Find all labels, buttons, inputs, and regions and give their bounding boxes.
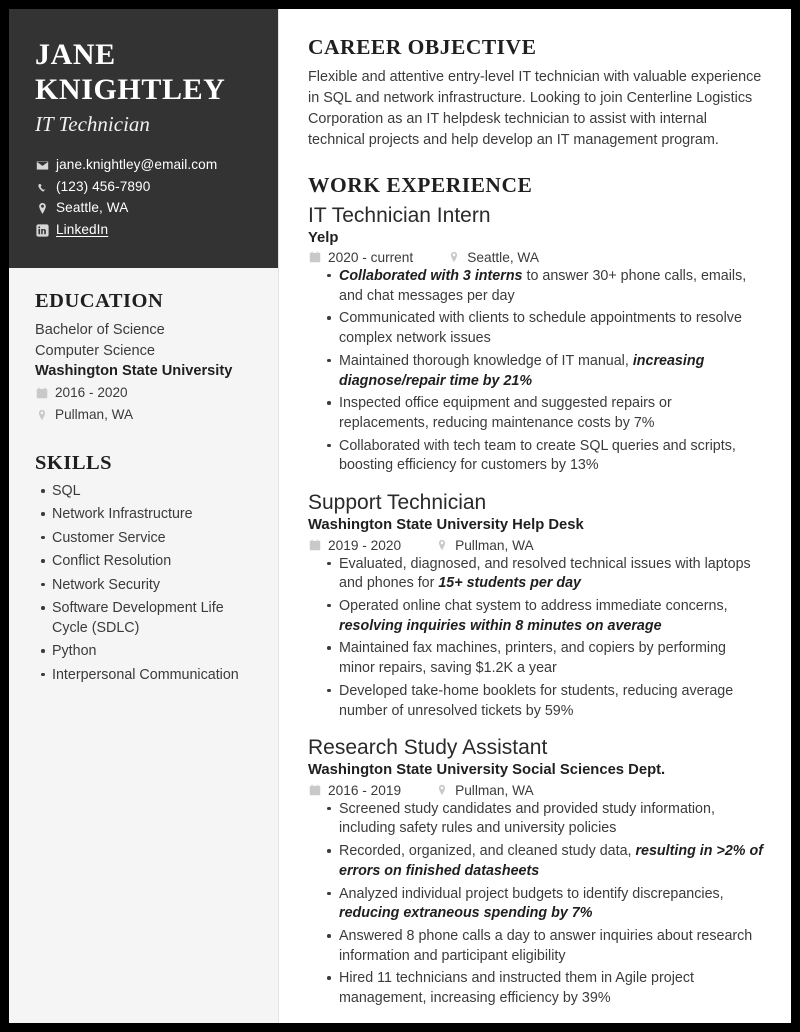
- list-item: Collaborated with tech team to create SQ…: [327, 437, 763, 476]
- list-item: Answered 8 phone calls a day to answer i…: [327, 927, 763, 966]
- job-company: Washington State University Help Desk: [308, 517, 584, 534]
- job-location-row: Pullman, WA: [435, 538, 534, 553]
- list-item: Maintained fax machines, printers, and c…: [327, 639, 763, 678]
- list-item: Communicated with clients to schedule ap…: [327, 309, 763, 348]
- contact-list: jane.knightley@email.com (123) 456-7890 …: [35, 155, 252, 241]
- sidebar: JANE KNIGHTLEY IT Technician jane.knight…: [9, 9, 279, 1023]
- list-item: Inspected office equipment and suggested…: [327, 394, 763, 433]
- job-title: Research Study Assistant: [308, 736, 548, 760]
- job-dates-row: 2016 - 2019: [308, 783, 401, 798]
- contact-location-text: Seattle, WA: [56, 200, 129, 216]
- location-pin-icon: [447, 250, 461, 264]
- location-pin-icon: [35, 202, 49, 216]
- list-item: Operated online chat system to address i…: [327, 597, 763, 636]
- job-dates: 2016 - 2019: [328, 782, 402, 798]
- main-content: CAREER OBJECTIVE Flexible and attentive …: [279, 9, 791, 1023]
- job-bullet-list: Collaborated with 3 interns to answer 30…: [308, 267, 763, 476]
- sidebar-body: EDUCATION Bachelor of Science Computer S…: [9, 268, 278, 715]
- list-item: Collaborated with 3 interns to answer 30…: [327, 267, 763, 306]
- job-location-row: Pullman, WA: [435, 783, 534, 798]
- job-meta: 2020 - current Seattle, WA: [308, 250, 763, 265]
- list-item: Analyzed individual project budgets to i…: [327, 885, 763, 924]
- list-item: Conflict Resolution: [41, 552, 252, 571]
- job-bullet-list: Evaluated, diagnosed, and resolved techn…: [308, 555, 763, 722]
- list-item: Software Development Life Cycle (SDLC): [41, 599, 252, 638]
- list-item: Developed take-home booklets for student…: [327, 682, 763, 721]
- job-dates: 2020 - current: [328, 249, 414, 265]
- education-location-row: Pullman, WA: [35, 405, 252, 425]
- job-company: Washington State University Social Scien…: [308, 762, 666, 779]
- education-degree: Bachelor of Science: [35, 321, 165, 338]
- name-line-2: KNIGHTLEY: [35, 73, 226, 107]
- contact-phone[interactable]: (123) 456-7890: [35, 177, 252, 198]
- name-line-1: JANE: [35, 38, 116, 71]
- location-pin-icon: [435, 783, 449, 797]
- location-pin-icon: [35, 408, 49, 422]
- job-title: IT Technician Intern: [308, 203, 491, 227]
- contact-linkedin[interactable]: LinkedIn: [35, 220, 252, 241]
- education-dates: 2016 - 2020: [55, 385, 128, 401]
- envelope-icon: [35, 158, 49, 172]
- job-dates-row: 2019 - 2020: [308, 538, 401, 553]
- job-dates-row: 2020 - current: [308, 250, 413, 265]
- location-pin-icon: [435, 538, 449, 552]
- resume-page: JANE KNIGHTLEY IT Technician jane.knight…: [9, 9, 791, 1023]
- candidate-role: IT Technician: [35, 111, 150, 136]
- job-location: Pullman, WA: [455, 537, 534, 553]
- phone-icon: [35, 180, 49, 194]
- list-item: Interpersonal Communication: [41, 666, 252, 685]
- education-location: Pullman, WA: [55, 406, 134, 422]
- job-title: Support Technician: [308, 491, 487, 515]
- list-item: Maintained thorough knowledge of IT manu…: [327, 352, 763, 391]
- job-location: Seattle, WA: [467, 249, 539, 265]
- education-dates-row: 2016 - 2020: [35, 383, 252, 403]
- skills-list: SQL Network Infrastructure Customer Serv…: [35, 482, 252, 685]
- list-item: Network Security: [41, 576, 252, 595]
- calendar-icon: [308, 783, 322, 797]
- job-company: Yelp: [308, 229, 339, 246]
- linkedin-icon: [35, 223, 49, 237]
- skills-heading: SKILLS: [35, 452, 113, 475]
- contact-email[interactable]: jane.knightley@email.com: [35, 155, 252, 176]
- calendar-icon: [35, 386, 49, 400]
- job-dates: 2019 - 2020: [328, 537, 402, 553]
- job-entry: Support Technician Washington State Univ…: [308, 490, 763, 721]
- job-entry: IT Technician Intern Yelp 2020 - current…: [308, 203, 763, 477]
- job-bullet-list: Screened study candidates and provided s…: [308, 800, 763, 1009]
- education-school: Washington State University: [35, 363, 233, 380]
- list-item: Evaluated, diagnosed, and resolved techn…: [327, 555, 763, 594]
- list-item: SQL: [41, 482, 252, 501]
- job-location-row: Seattle, WA: [447, 250, 539, 265]
- list-item: Network Infrastructure: [41, 505, 252, 524]
- education-major: Computer Science: [35, 342, 156, 359]
- job-entry: Research Study Assistant Washington Stat…: [308, 735, 763, 1009]
- list-item: Customer Service: [41, 529, 252, 548]
- work-experience-list: IT Technician Intern Yelp 2020 - current…: [308, 203, 763, 1009]
- list-item: Hired 11 technicians and instructed them…: [327, 969, 763, 1008]
- career-objective-heading: CAREER OBJECTIVE: [308, 35, 537, 59]
- job-meta: 2016 - 2019 Pullman, WA: [308, 783, 763, 798]
- contact-location: Seattle, WA: [35, 198, 252, 219]
- education-heading: EDUCATION: [35, 289, 164, 312]
- job-meta: 2019 - 2020 Pullman, WA: [308, 538, 763, 553]
- list-item: Recorded, organized, and cleaned study d…: [327, 842, 763, 881]
- job-location: Pullman, WA: [455, 782, 534, 798]
- calendar-icon: [308, 250, 322, 264]
- calendar-icon: [308, 538, 322, 552]
- career-objective-text: Flexible and attentive entry-level IT te…: [308, 69, 762, 148]
- sidebar-header: JANE KNIGHTLEY IT Technician jane.knight…: [9, 9, 278, 268]
- list-item: Screened study candidates and provided s…: [327, 800, 763, 839]
- list-item: Python: [41, 642, 252, 661]
- contact-linkedin-text: LinkedIn: [56, 222, 109, 237]
- contact-phone-text: (123) 456-7890: [56, 178, 151, 194]
- work-experience-heading: WORK EXPERIENCE: [308, 172, 533, 197]
- contact-email-text: jane.knightley@email.com: [56, 157, 218, 173]
- candidate-name: JANE KNIGHTLEY: [35, 37, 252, 108]
